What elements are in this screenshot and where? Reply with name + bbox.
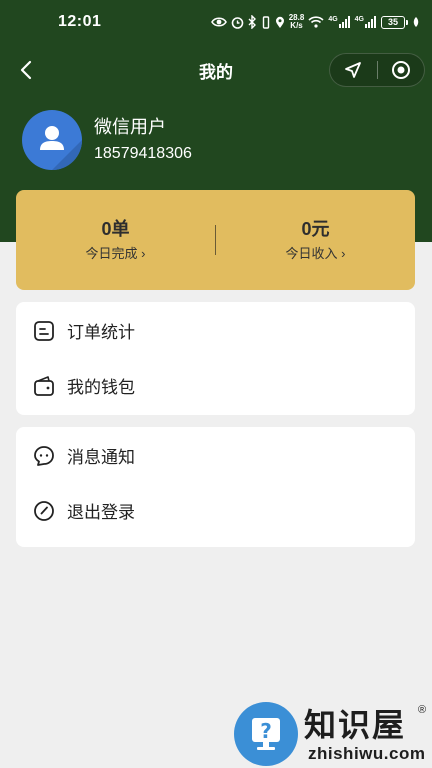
status-icons: 28.8 K/s 4G 4G 35 [210, 12, 420, 32]
menu-label-order-stats: 订单统计 [67, 323, 135, 342]
status-time: 12:01 [58, 13, 102, 30]
menu-label-logout: 退出登录 [67, 503, 135, 522]
menu-item-wallet[interactable]: 我的钱包 [16, 358, 415, 413]
close-miniprogram-button[interactable] [377, 54, 424, 86]
today-income-value: 0元 [301, 219, 330, 239]
menu-card-orders: 订单统计 我的钱包 [16, 302, 415, 415]
vibrate-icon [261, 15, 271, 29]
logout-icon [33, 500, 55, 522]
battery-icon: 35 [381, 15, 408, 29]
menu-label-wallet: 我的钱包 [67, 378, 135, 397]
today-completed-value: 0单 [101, 219, 130, 239]
leaf-icon [412, 16, 420, 28]
today-income-stat[interactable]: 0元 今日收入 › [216, 217, 415, 263]
nav-bar: 我的 [0, 44, 432, 96]
signal-icon-2: 4G [355, 16, 377, 28]
watermark-reg-mark: ® [418, 704, 427, 716]
daily-stats-card: 0单 今日完成 › 0元 今日收入 › [16, 190, 415, 290]
today-completed-label: 今日完成 › [85, 246, 146, 261]
status-bar: 12:01 28.8 K/s 4G 4G 35 [0, 0, 432, 44]
alarm-icon [231, 16, 244, 29]
message-icon [33, 445, 55, 467]
order-list-icon [33, 320, 55, 342]
network-speed-unit: K/s [290, 21, 303, 30]
today-income-label: 今日收入 › [285, 246, 346, 261]
watermark-domain: zhishiwu.com [308, 744, 426, 763]
profile-text: 微信用户 18579418306 [94, 115, 192, 165]
watermark-brand: 知识屋 [304, 706, 407, 744]
menu-item-messages[interactable]: 消息通知 [16, 428, 415, 483]
navigation-arrow-icon [345, 62, 362, 78]
wifi-icon [308, 16, 324, 28]
user-phone: 18579418306 [94, 145, 192, 162]
user-profile[interactable]: 微信用户 18579418306 [22, 109, 192, 171]
eye-icon [210, 16, 227, 28]
user-avatar-icon [40, 126, 82, 170]
avatar[interactable] [22, 110, 82, 170]
menu-item-order-stats[interactable]: 订单统计 [16, 303, 415, 358]
network-speed: 28.8 K/s [289, 14, 305, 30]
bluetooth-icon [248, 15, 257, 29]
wallet-icon [33, 375, 55, 397]
menu-label-messages: 消息通知 [67, 448, 135, 467]
location-button[interactable] [330, 54, 377, 86]
menu-item-logout[interactable]: 退出登录 [16, 483, 415, 538]
menu-card-settings: 消息通知 退出登录 [16, 427, 415, 547]
user-name: 微信用户 [94, 117, 166, 137]
signal-label-2: 4G [354, 16, 364, 23]
target-circle-icon [391, 61, 410, 79]
signal-label-1: 4G [328, 16, 338, 23]
watermark: ? 知识屋 ® zhishiwu.com [232, 700, 432, 768]
question-monitor-icon: ? [252, 718, 280, 750]
miniprogram-capsule [329, 53, 425, 87]
today-completed-stat[interactable]: 0单 今日完成 › [16, 217, 215, 263]
svg-text:?: ? [260, 719, 272, 743]
watermark-logo: ? [234, 702, 298, 766]
location-pin-icon [275, 16, 285, 29]
signal-icon-1: 4G [328, 16, 350, 28]
